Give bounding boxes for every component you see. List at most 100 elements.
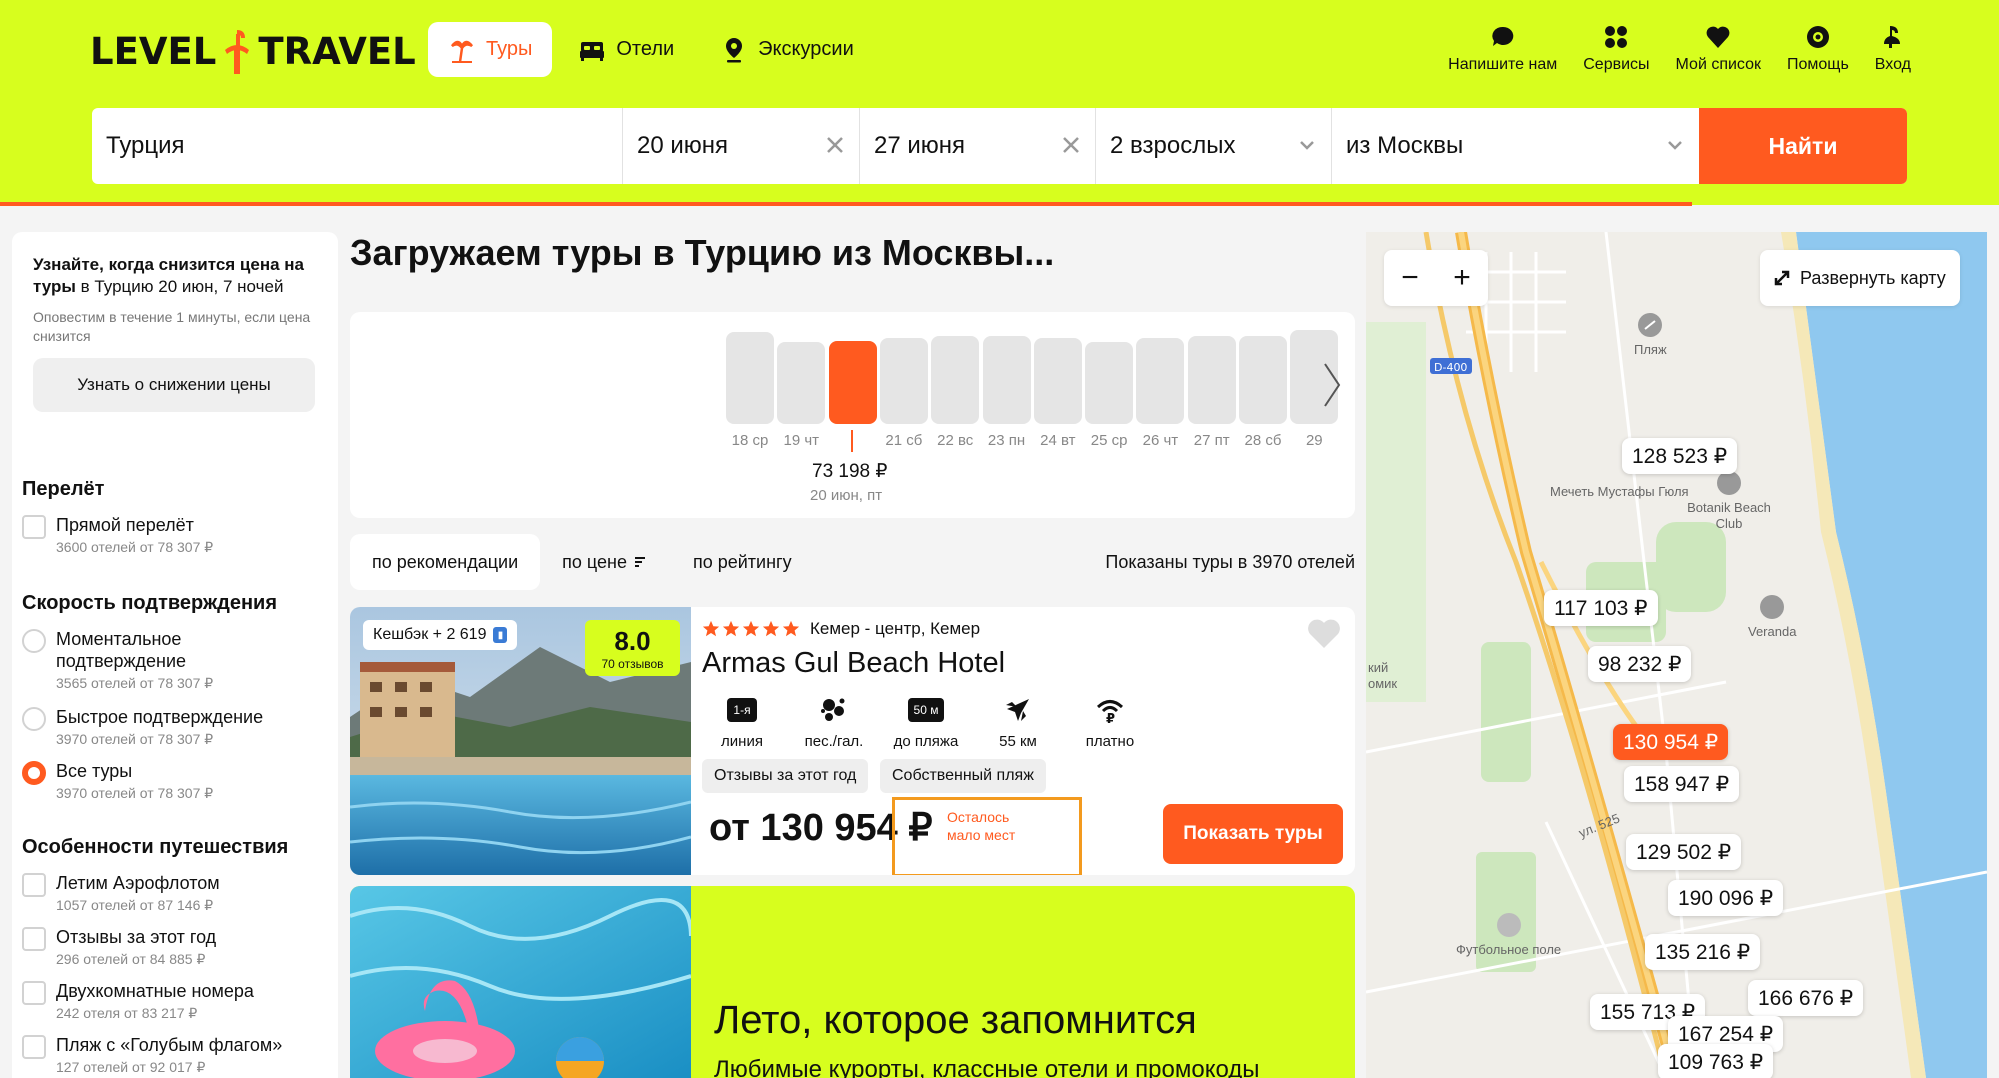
sort-icon [634, 557, 645, 567]
hotel-stars: Кемер - центр, Кемер [702, 619, 980, 639]
login-button[interactable]: Вход [1875, 24, 1911, 74]
destination-field[interactable]: Турция [92, 108, 623, 184]
calendar-day-bar[interactable] [777, 342, 826, 424]
my-list-button[interactable]: Мой список [1676, 24, 1761, 74]
cashback-icon: ▮ [493, 627, 508, 643]
checkbox[interactable] [22, 873, 46, 897]
filter-fast-confirm[interactable]: Быстрое подтверждение 3970 отелей от 78 3… [22, 706, 263, 749]
feature-beach-type: пес./гал. [794, 695, 874, 750]
calendar-day-bar[interactable] [1136, 338, 1185, 424]
help-button[interactable]: Помощь [1787, 24, 1849, 74]
map[interactable]: D-400 − + Развернуть карту Пляж Мечеть М… [1366, 232, 1987, 1078]
hotel-name[interactable]: Armas Gul Beach Hotel [702, 647, 1005, 680]
search-button[interactable]: Найти [1699, 108, 1907, 184]
map-price-pin[interactable]: 190 096 ₽ [1668, 880, 1784, 916]
map-price-pin[interactable]: 158 947 ₽ [1624, 766, 1740, 802]
notify-title: Узнайте, когда снизится цена на туры в Т… [33, 255, 304, 296]
map-price-pin-selected[interactable]: 130 954 ₽ [1613, 724, 1729, 760]
calendar-day-bar[interactable] [982, 336, 1031, 424]
filter-all-tours[interactable]: Все туры 3970 отелей от 78 307 ₽ [22, 760, 213, 803]
calendar-day-label: 29 [1305, 432, 1323, 449]
bed-icon [580, 41, 605, 61]
map-price-pin[interactable]: 128 523 ₽ [1622, 438, 1738, 474]
zoom-out-button[interactable]: − [1401, 261, 1419, 295]
wifi-paid-icon: ₽ [1096, 700, 1124, 725]
map-price-pin[interactable]: 129 502 ₽ [1626, 834, 1742, 870]
date-from-field[interactable]: 20 июня [623, 108, 860, 184]
departure-field[interactable]: из Москвы [1332, 108, 1699, 184]
sort-price[interactable]: по цене [540, 534, 671, 590]
results-count: Показаны туры в 3970 отелей [1105, 551, 1355, 572]
favorite-heart-icon[interactable] [1307, 619, 1341, 649]
svg-text:₽: ₽ [1106, 712, 1115, 725]
calendar-day-bar[interactable] [931, 336, 980, 424]
calendar-day-bar[interactable] [1239, 336, 1287, 424]
calendar-day-bar[interactable] [1033, 338, 1082, 424]
feature-beach-distance: 50 м до пляжа [886, 695, 966, 750]
feature-airport-distance: 55 км [978, 695, 1058, 750]
filter-blue-flag[interactable]: Пляж с «Голубым флагом» 127 отелей от 92 … [22, 1034, 282, 1077]
grid-icon [1605, 26, 1628, 48]
checkbox[interactable] [22, 981, 46, 1005]
radio[interactable] [22, 707, 46, 731]
calendar-selected-marker [851, 430, 853, 452]
radio[interactable] [22, 629, 46, 653]
main-nav: Туры Отели Экскурсии [428, 22, 874, 77]
map-price-pin[interactable]: 117 103 ₽ [1544, 590, 1658, 626]
nav-tours[interactable]: Туры [428, 22, 553, 77]
map-price-pin[interactable]: 166 676 ₽ [1748, 980, 1864, 1016]
calendar-day-bar[interactable] [879, 338, 928, 424]
filter-flight-title: Перелёт [22, 478, 105, 500]
clear-icon[interactable] [825, 135, 845, 155]
checkbox[interactable] [22, 515, 46, 539]
hotel-card[interactable]: Кешбэк + 2 619 ▮ 8.0 70 отзывов Кемер - … [350, 607, 1355, 875]
map-label: Мечеть Мустафы Гюля [1550, 484, 1689, 499]
date-to-field[interactable]: 27 июня [860, 108, 1096, 184]
price-notify-button[interactable]: Узнать о снижении цены [33, 358, 315, 412]
radio-selected[interactable] [22, 761, 46, 785]
logo-text-right: TRAVEL [258, 29, 416, 73]
checkbox[interactable] [22, 1035, 46, 1059]
rating-badge[interactable]: 8.0 70 отзывов [585, 620, 680, 676]
calendar-day-bar[interactable] [1187, 336, 1236, 424]
calendar-day-bar-selected[interactable] [828, 341, 877, 424]
map-price-pin[interactable]: 98 232 ₽ [1588, 646, 1692, 682]
nav-excursions[interactable]: Экскурсии [700, 22, 874, 77]
location-pin-icon [726, 37, 743, 62]
filter-aeroflot[interactable]: Летим Аэрофлотом 1057 отелей от 87 146 ₽ [22, 872, 220, 915]
filter-reviews-year[interactable]: Отзывы за этот год 296 отелей от 84 885 ₽ [22, 926, 216, 969]
write-us-button[interactable]: Напишите нам [1448, 24, 1557, 74]
expand-map-button[interactable]: Развернуть карту [1760, 250, 1960, 306]
sort-recommend[interactable]: по рекомендации [350, 534, 541, 590]
filter-two-room[interactable]: Двухкомнатные номера 242 отеля от 83 217 … [22, 980, 254, 1023]
filter-direct-flight[interactable]: Прямой перелёт 3600 отелей от 78 307 ₽ [22, 514, 213, 557]
chevron-down-icon [1668, 141, 1682, 150]
nav-hotels[interactable]: Отели [558, 22, 694, 77]
feature-first-line: 1-я линия [702, 695, 782, 750]
star-icon [742, 620, 760, 637]
search-bar: Турция 20 июня 27 июня 2 взрослых из Мос… [92, 108, 1907, 184]
map-label: Botanik Beach Club [1684, 470, 1774, 532]
calendar-day-bar[interactable] [1085, 342, 1134, 424]
logo[interactable]: LEVEL TRAVEL [90, 26, 416, 76]
sort-rating[interactable]: по рейтингу [671, 534, 814, 590]
chevron-down-icon [1300, 141, 1314, 150]
nav-tours-label: Туры [486, 38, 533, 60]
pebbles-icon [821, 698, 845, 721]
clear-icon[interactable] [1061, 135, 1081, 155]
expand-icon [1774, 270, 1790, 286]
show-tours-button[interactable]: Показать туры [1163, 804, 1343, 864]
chevron-right-icon[interactable] [1321, 360, 1343, 410]
checkbox[interactable] [22, 927, 46, 951]
calendar-day-bar[interactable] [726, 332, 774, 424]
promo-banner[interactable]: Лето, которое запомнится Любимые курорты… [350, 886, 1355, 1078]
map-price-pin[interactable]: 109 763 ₽ [1658, 1044, 1774, 1078]
filter-instant-confirm[interactable]: Моментальное подтверждение 3565 отелей от… [22, 628, 296, 693]
services-button[interactable]: Сервисы [1583, 24, 1650, 74]
zoom-in-button[interactable]: + [1453, 261, 1471, 295]
filter-features-title: Особенности путешествия [22, 836, 289, 858]
feature-wifi: ₽ платно [1070, 695, 1150, 750]
top-actions: Напишите нам Сервисы Мой список Помощь В… [1448, 24, 1911, 74]
travelers-field[interactable]: 2 взрослых [1096, 108, 1332, 184]
map-price-pin[interactable]: 135 216 ₽ [1645, 934, 1761, 970]
